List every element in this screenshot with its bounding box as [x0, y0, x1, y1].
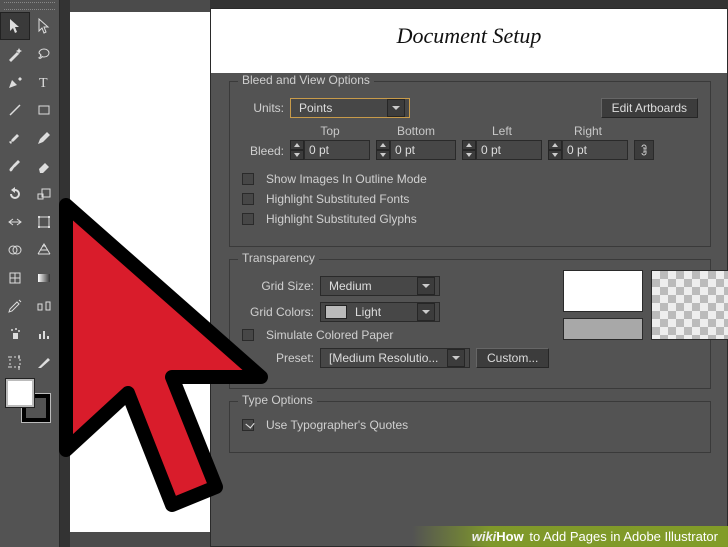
attribution-footer: wikiHow to Add Pages in Adobe Illustrato…	[412, 526, 728, 547]
width-tool[interactable]	[0, 208, 30, 236]
bleed-left-input[interactable]: 0 pt	[462, 140, 542, 160]
grid-color-swatch	[325, 305, 347, 319]
fill-swatch[interactable]	[6, 379, 34, 407]
grid-color-swatch2[interactable]	[563, 318, 643, 340]
transparency-preview	[651, 270, 728, 340]
bleed-right-input[interactable]: 0 pt	[548, 140, 628, 160]
bleed-top-input[interactable]: 0 pt	[290, 140, 370, 160]
units-value: Points	[295, 101, 387, 115]
eyedropper-tool[interactable]	[0, 292, 30, 320]
eraser-tool[interactable]	[30, 152, 60, 180]
typographers-quotes-label: Use Typographer's Quotes	[266, 418, 408, 432]
dialog-title: Document Setup	[211, 9, 727, 67]
magic-wand-tool[interactable]	[0, 40, 30, 68]
grid-size-label: Grid Size:	[242, 279, 314, 293]
stepper-up-icon[interactable]	[548, 140, 562, 150]
paintbrush-tool[interactable]	[0, 124, 30, 152]
highlight-sub-glyphs-label: Highlight Substituted Glyphs	[266, 212, 417, 226]
bleed-view-options-group: Bleed and View Options Units: Points Edi…	[229, 81, 711, 247]
pen-tool[interactable]	[0, 68, 30, 96]
chevron-down-icon	[447, 349, 465, 367]
fill-stroke-control[interactable]	[0, 376, 59, 426]
rotate-tool[interactable]	[0, 180, 30, 208]
units-label: Units:	[242, 101, 284, 115]
svg-text:T: T	[39, 76, 48, 90]
simulate-colored-paper-checkbox[interactable]	[242, 329, 254, 341]
chevron-down-icon	[417, 277, 435, 295]
units-dropdown[interactable]: Points	[290, 98, 410, 118]
rectangle-tool[interactable]	[30, 96, 60, 124]
column-graph-tool[interactable]	[30, 320, 60, 348]
highlight-sub-fonts-checkbox[interactable]	[242, 193, 254, 205]
line-tool[interactable]	[0, 96, 30, 124]
grid-colors-label: Grid Colors:	[242, 305, 314, 319]
stepper-down-icon[interactable]	[376, 150, 390, 160]
document-setup-dialog: Document Setup Bleed and View Options Un…	[210, 8, 728, 547]
stepper-up-icon[interactable]	[376, 140, 390, 150]
bleed-label: Bleed:	[242, 144, 284, 158]
group-legend: Bleed and View Options	[238, 73, 374, 87]
bleed-bottom-input[interactable]: 0 pt	[376, 140, 456, 160]
group-legend: Type Options	[238, 393, 317, 407]
panel-grip[interactable]	[4, 2, 55, 10]
free-transform-tool[interactable]	[30, 208, 60, 236]
grid-colors-dropdown[interactable]: Light	[320, 302, 440, 322]
gradient-tool[interactable]	[30, 264, 60, 292]
show-images-outline-checkbox[interactable]	[242, 173, 254, 185]
stepper-up-icon[interactable]	[290, 140, 304, 150]
symbol-sprayer-tool[interactable]	[0, 320, 30, 348]
blob-brush-tool[interactable]	[0, 152, 30, 180]
bleed-top-label: Top	[290, 124, 370, 138]
transparency-group: Transparency Grid Size: Medium Grid Colo…	[229, 259, 711, 389]
link-bleed-icon[interactable]	[634, 140, 654, 160]
bleed-bottom-label: Bottom	[376, 124, 456, 138]
tools-panel: T	[0, 0, 60, 547]
artboard-tool[interactable]	[0, 348, 30, 376]
edit-artboards-button[interactable]: Edit Artboards	[601, 98, 698, 118]
selection-tool[interactable]	[0, 12, 30, 40]
scale-tool[interactable]	[30, 180, 60, 208]
perspective-grid-tool[interactable]	[30, 236, 60, 264]
group-legend: Transparency	[238, 251, 319, 265]
bleed-right-label: Right	[548, 124, 628, 138]
preset-dropdown[interactable]: [Medium Resolutio...	[320, 348, 470, 368]
highlight-sub-fonts-label: Highlight Substituted Fonts	[266, 192, 409, 206]
stepper-up-icon[interactable]	[462, 140, 476, 150]
type-tool[interactable]: T	[30, 68, 60, 96]
pencil-tool[interactable]	[30, 124, 60, 152]
show-images-outline-label: Show Images In Outline Mode	[266, 172, 427, 186]
highlight-sub-glyphs-checkbox[interactable]	[242, 213, 254, 225]
chevron-down-icon	[417, 303, 435, 321]
direct-selection-tool[interactable]	[30, 12, 60, 40]
blend-tool[interactable]	[30, 292, 60, 320]
simulate-colored-paper-label: Simulate Colored Paper	[266, 328, 393, 342]
paper-color-swatch[interactable]	[563, 270, 643, 312]
grid-size-dropdown[interactable]: Medium	[320, 276, 440, 296]
slice-tool[interactable]	[30, 348, 60, 376]
stepper-down-icon[interactable]	[548, 150, 562, 160]
shape-builder-tool[interactable]	[0, 236, 30, 264]
type-options-group: Type Options Use Typographer's Quotes	[229, 401, 711, 453]
stepper-down-icon[interactable]	[462, 150, 476, 160]
bleed-left-label: Left	[462, 124, 542, 138]
custom-button[interactable]: Custom...	[476, 348, 549, 368]
preset-label: Preset:	[242, 351, 314, 365]
document-canvas	[70, 0, 210, 547]
typographers-quotes-checkbox[interactable]	[242, 419, 254, 431]
chevron-down-icon	[387, 99, 405, 117]
mesh-tool[interactable]	[0, 264, 30, 292]
lasso-tool[interactable]	[30, 40, 60, 68]
stepper-down-icon[interactable]	[290, 150, 304, 160]
